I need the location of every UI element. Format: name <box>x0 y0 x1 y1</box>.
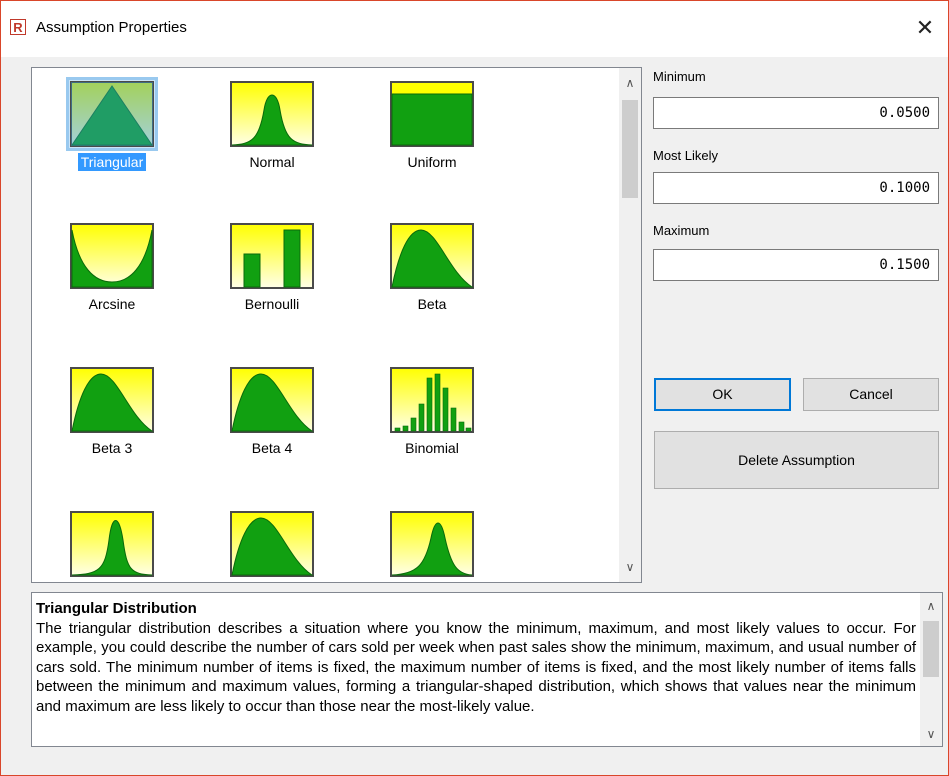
bernoulli-distribution-icon <box>230 223 314 289</box>
gallery-item-label: Beta 3 <box>91 440 133 456</box>
minimum-field[interactable]: 0.0500 <box>653 97 939 129</box>
most-likely-label: Most Likely <box>653 148 719 163</box>
gallery-item-bernoulli[interactable]: Bernoulli <box>192 210 352 350</box>
gallery-item-label: Binomial <box>405 440 459 456</box>
gallery-item[interactable] <box>192 498 352 582</box>
gallery-item[interactable] <box>32 498 192 582</box>
maximum-field[interactable]: 0.1500 <box>653 249 939 281</box>
gallery-item-beta[interactable]: Beta <box>352 210 512 350</box>
beta4-distribution-icon <box>230 367 314 433</box>
binomial-distribution-icon <box>390 367 474 433</box>
gallery-item[interactable] <box>352 498 512 582</box>
gallery-item-label: Beta <box>417 296 447 312</box>
gallery-item-label: Triangular <box>77 153 147 171</box>
arcsine-distribution-icon <box>70 223 154 289</box>
gallery-item-normal[interactable]: Normal <box>192 68 352 208</box>
description-title: Triangular Distribution <box>36 600 197 617</box>
description-panel[interactable]: Triangular Distribution The triangular d… <box>31 592 943 747</box>
normal-distribution-icon <box>230 81 314 147</box>
gallery-item-beta4[interactable]: Beta 4 <box>192 354 352 494</box>
description-body: The triangular distribution describes a … <box>36 619 916 715</box>
gallery-item-label: Bernoulli <box>244 296 300 312</box>
minimum-label: Minimum <box>653 69 706 84</box>
close-icon[interactable]: ✕ <box>910 13 940 43</box>
title-bar: R Assumption Properties ✕ <box>1 1 948 57</box>
gallery-item-label: Normal <box>249 154 295 170</box>
assumption-properties-dialog: R Assumption Properties ✕ Triangular Nor… <box>0 0 949 776</box>
gallery-item-triangular[interactable]: Triangular <box>32 68 192 208</box>
scroll-up-icon[interactable]: ∧ <box>619 72 641 94</box>
cancel-button[interactable]: Cancel <box>803 378 939 411</box>
triangular-distribution-icon <box>66 77 158 151</box>
beta3-distribution-icon <box>70 367 154 433</box>
app-logo-icon: R <box>10 19 26 35</box>
gallery-scrollbar[interactable]: ∧ ∨ <box>619 68 641 582</box>
uniform-distribution-icon <box>390 81 474 147</box>
gallery-item-label: Uniform <box>407 154 457 170</box>
gallery-item-uniform[interactable]: Uniform <box>352 68 512 208</box>
ok-button[interactable]: OK <box>654 378 791 411</box>
distribution-icon <box>230 511 314 577</box>
gallery-item-arcsine[interactable]: Arcsine <box>32 210 192 350</box>
distribution-gallery[interactable]: Triangular Normal Uniform Arcsine Bernou… <box>31 67 642 583</box>
gallery-item-beta3[interactable]: Beta 3 <box>32 354 192 494</box>
scroll-thumb[interactable] <box>622 100 638 198</box>
gallery-item-label: Arcsine <box>88 296 136 312</box>
most-likely-field[interactable]: 0.1000 <box>653 172 939 204</box>
scroll-thumb[interactable] <box>923 621 939 677</box>
gallery-item-binomial[interactable]: Binomial <box>352 354 512 494</box>
distribution-icon <box>70 511 154 577</box>
maximum-label: Maximum <box>653 223 710 238</box>
window-title: Assumption Properties <box>36 19 187 36</box>
scroll-down-icon[interactable]: ∨ <box>619 556 641 578</box>
beta-distribution-icon <box>390 223 474 289</box>
gallery-item-label: Beta 4 <box>251 440 293 456</box>
scroll-down-icon[interactable]: ∨ <box>920 723 942 745</box>
description-scrollbar[interactable]: ∧ ∨ <box>920 593 942 746</box>
svg-text:R: R <box>13 20 23 35</box>
distribution-icon <box>390 511 474 577</box>
scroll-up-icon[interactable]: ∧ <box>920 595 942 617</box>
delete-assumption-button[interactable]: Delete Assumption <box>654 431 939 489</box>
